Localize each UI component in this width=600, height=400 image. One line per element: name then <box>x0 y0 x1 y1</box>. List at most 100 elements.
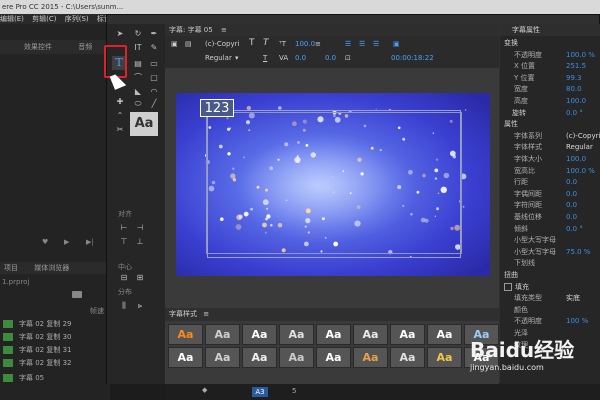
align-left-text-icon[interactable]: ☰ <box>345 40 351 48</box>
select-arrow-icon[interactable]: ➤ <box>114 28 126 40</box>
menu-edit[interactable]: 编辑(E) <box>0 15 24 23</box>
play-icon[interactable]: ▶ <box>64 238 69 246</box>
chevron-down-icon[interactable]: ▾ <box>235 54 239 62</box>
area-type-icon[interactable]: ▤ <box>132 58 144 70</box>
property-row[interactable]: 颜色 <box>502 305 600 316</box>
property-value[interactable]: 0.0 ° <box>566 108 583 119</box>
tab-media-browser[interactable]: 媒体浏览器 <box>34 264 69 272</box>
list-item[interactable]: 字幕 05 <box>0 372 110 385</box>
property-value[interactable]: 0.0 <box>566 189 577 200</box>
property-value[interactable]: 75.0 % <box>566 247 590 258</box>
property-value[interactable]: 80.0 <box>566 84 582 95</box>
step-icon[interactable]: ▶| <box>86 238 94 246</box>
property-row[interactable]: 属性 <box>502 119 600 130</box>
kerning-value[interactable]: 0.0 <box>295 54 306 62</box>
align-top-icon[interactable]: ⊤ <box>118 236 130 248</box>
tracking-icon[interactable]: ≡ <box>315 40 321 48</box>
property-row[interactable]: 字符间距 0.0 <box>502 200 600 211</box>
tab-stops-icon[interactable]: ⊡ <box>345 54 351 62</box>
property-row[interactable]: 字体大小 100.0 <box>502 154 600 165</box>
property-value[interactable]: 100.0 <box>566 96 586 107</box>
property-row[interactable]: 填充类型 实底 <box>502 293 600 304</box>
convert-anchor-icon[interactable]: ⌃ <box>114 110 126 122</box>
menu-sequence[interactable]: 序列(S) <box>65 15 89 23</box>
property-section-label[interactable]: 变换 <box>504 38 518 49</box>
property-row[interactable]: Y 位置 99.3 <box>502 73 600 84</box>
list-item[interactable]: 字幕 02 复制 29 <box>0 318 110 331</box>
roll-crawl-icon[interactable]: ▤ <box>185 40 192 48</box>
align-left-icon[interactable]: ⊢ <box>118 222 130 234</box>
property-value[interactable]: 实底 <box>566 293 580 304</box>
style-swatch[interactable]: Aa <box>427 347 462 368</box>
property-value[interactable]: 100 % <box>566 316 588 327</box>
text-size-icon[interactable]: T <box>249 38 255 48</box>
font-size-icon[interactable]: ᵀT <box>279 40 286 48</box>
style-swatch[interactable]: Aa <box>279 347 314 368</box>
property-row[interactable]: 下划线 <box>502 258 600 269</box>
property-row[interactable]: 不透明度 100 % <box>502 316 600 327</box>
property-row[interactable]: 小型大写字母 75.0 % <box>502 247 600 258</box>
path-type-icon[interactable]: ⌒ <box>132 72 144 84</box>
style-swatch[interactable]: Aa <box>242 324 277 345</box>
style-swatch[interactable]: Aa <box>353 324 388 345</box>
center-v-icon[interactable]: ⊞ <box>134 272 146 284</box>
tab-audio[interactable]: 音频 <box>78 43 92 51</box>
align-center-text-icon[interactable]: ☰ <box>359 40 365 48</box>
menu-icon[interactable]: ≡ <box>203 310 209 318</box>
font-style-select[interactable]: Regular <box>205 54 232 62</box>
style-swatch[interactable]: Aa <box>205 347 240 368</box>
property-row[interactable]: 宽高比 100.0 % <box>502 166 600 177</box>
font-size-value[interactable]: 100.0 <box>295 40 315 48</box>
tab-project[interactable]: 项目 <box>4 264 18 272</box>
folder-icon[interactable] <box>72 291 82 298</box>
style-swatch[interactable]: Aa <box>316 347 351 368</box>
property-section-label[interactable]: 属性 <box>504 119 518 130</box>
property-section-label[interactable]: 扭曲 <box>504 270 518 281</box>
rectangle-icon[interactable]: ▭ <box>148 58 160 70</box>
new-title-icon[interactable]: ▣ <box>171 40 178 48</box>
property-row[interactable]: 宽度 80.0 <box>502 84 600 95</box>
property-row[interactable]: X 位置 251.5 <box>502 61 600 72</box>
list-item[interactable]: 字幕 02 复制 30 <box>0 331 110 344</box>
property-row[interactable]: 扭曲 <box>502 270 600 281</box>
font-family-select[interactable]: (c)-Copyri <box>205 40 239 48</box>
titler-tab[interactable]: 字幕: 字幕 05 <box>169 26 213 34</box>
property-value[interactable]: 100.0 % <box>566 166 595 177</box>
align-right-text-icon[interactable]: ☰ <box>373 40 379 48</box>
property-value[interactable]: 0.0 <box>566 177 577 188</box>
list-item[interactable]: 字幕 02 复制 31 <box>0 344 110 357</box>
vertical-type-icon[interactable]: IT <box>132 42 144 54</box>
style-swatch[interactable]: Aa <box>353 347 388 368</box>
timecode-value[interactable]: 00:00:18:22 <box>391 54 434 62</box>
kerning-icon[interactable]: VA <box>279 54 288 62</box>
property-value[interactable]: (c)-Copyri <box>566 131 600 142</box>
property-row[interactable]: 小型大写字母 <box>502 235 600 246</box>
style-swatch[interactable]: Aa <box>168 347 203 368</box>
rotate-icon[interactable]: ↻ <box>132 28 144 40</box>
delete-anchor-icon[interactable]: ✎ <box>148 42 160 54</box>
style-swatch[interactable]: Aa <box>168 324 203 345</box>
property-row[interactable]: 旋转 0.0 ° <box>502 108 600 119</box>
property-value[interactable]: 251.5 <box>566 61 586 72</box>
heart-icon[interactable]: ♥ <box>42 238 48 246</box>
list-item[interactable]: 字幕 02 复制 32 <box>0 357 110 370</box>
property-value[interactable]: 0.0 ° <box>566 224 583 235</box>
style-swatch[interactable]: Aa <box>205 324 240 345</box>
style-swatch[interactable]: Aa <box>242 347 277 368</box>
menu-clip[interactable]: 剪辑(C) <box>32 15 56 23</box>
tab-effect-controls[interactable]: 效果控件 <box>24 43 52 51</box>
track-target-a3[interactable]: A3 <box>252 387 268 397</box>
property-value[interactable]: 100.0 <box>566 154 586 165</box>
ellipse-icon[interactable]: ⬭ <box>132 98 144 110</box>
property-value[interactable]: 0.0 <box>566 212 577 223</box>
canvas-text-box[interactable]: 123 <box>200 99 234 117</box>
fill-checkbox[interactable] <box>504 282 512 291</box>
property-section-label[interactable]: 旋转 <box>512 108 526 119</box>
style-swatch[interactable]: Aa <box>316 324 351 345</box>
rounded-rect-icon[interactable]: ▢ <box>148 72 160 84</box>
property-row[interactable]: 高度 100.0 <box>502 96 600 107</box>
property-row[interactable]: 基线位移 0.0 <box>502 212 600 223</box>
leading-value[interactable]: 0.0 <box>325 54 336 62</box>
distribute-v-icon[interactable]: ⫸ <box>134 300 146 312</box>
align-bottom-icon[interactable]: ⊥ <box>134 236 146 248</box>
